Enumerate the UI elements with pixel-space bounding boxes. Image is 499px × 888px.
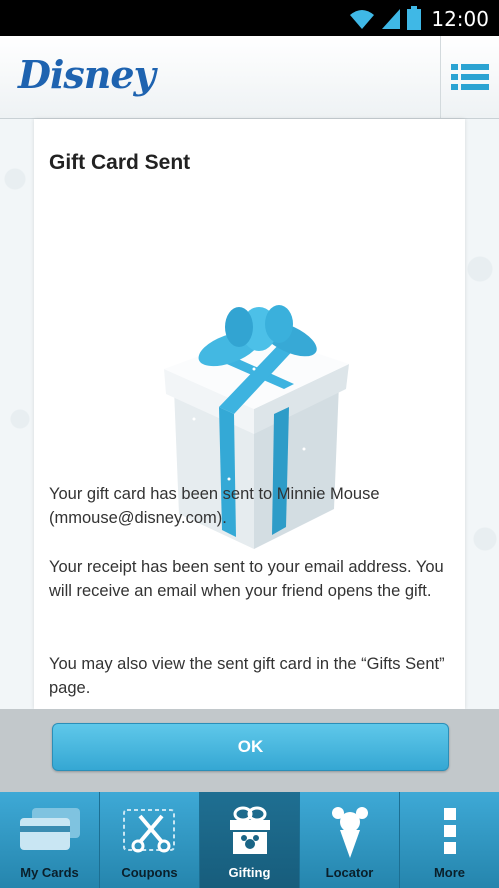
menu-button[interactable]	[440, 36, 499, 118]
tab-coupons[interactable]: Coupons	[100, 792, 200, 888]
tab-locator[interactable]: Locator	[300, 792, 400, 888]
status-bar: 12:00	[0, 0, 499, 36]
tab-label: Gifting	[228, 865, 271, 880]
confirmation-card: Gift Card Sent Your gift card has been s…	[34, 119, 465, 709]
disney-logo[interactable]: Disney	[18, 52, 156, 97]
receipt-message: Your receipt has been sent to your email…	[49, 558, 444, 600]
bottom-tab-bar: My Cards Coupons Gifting Locator More	[0, 792, 499, 888]
tab-label: Coupons	[121, 865, 178, 880]
cards-icon	[19, 808, 80, 850]
more-icon	[443, 808, 456, 854]
battery-icon	[407, 6, 421, 30]
tab-my-cards[interactable]: My Cards	[0, 792, 100, 888]
ok-button[interactable]: OK	[52, 723, 449, 771]
sent-message: Your gift card has been sent to Minnie M…	[49, 485, 380, 527]
status-clock: 12:00	[431, 7, 489, 31]
tab-label: My Cards	[20, 865, 79, 880]
scissors-icon	[122, 809, 175, 853]
wifi-icon	[350, 10, 374, 29]
app-header: Disney	[0, 36, 499, 119]
page-title: Gift Card Sent	[49, 151, 191, 174]
tab-label: More	[433, 865, 466, 880]
action-bar: OK	[0, 709, 499, 792]
gifts-sent-message: You may also view the sent gift card in …	[49, 655, 445, 697]
tab-gifting[interactable]: Gifting	[200, 792, 300, 888]
signal-icon	[382, 9, 400, 29]
ice-cream-icon	[331, 807, 368, 858]
list-menu-icon	[451, 64, 489, 90]
gift-icon	[229, 806, 270, 854]
tab-more[interactable]: More	[400, 792, 499, 888]
tab-label: Locator	[325, 865, 374, 880]
